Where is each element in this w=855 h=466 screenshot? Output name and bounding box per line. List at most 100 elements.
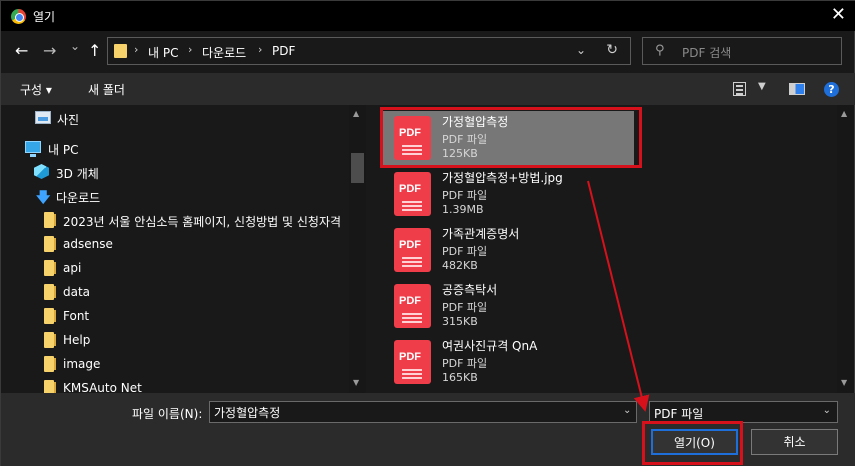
tree-scrollbar[interactable]: ▲ ▼ — [349, 105, 366, 393]
pdf-file-icon: PDF — [394, 284, 431, 328]
command-bar: 구성 ▾ 새 폴더 ▼ ? — [1, 73, 855, 105]
search-icon: ⚲ — [655, 43, 665, 58]
back-arrow-icon[interactable]: ← — [15, 42, 28, 60]
cancel-button[interactable]: 취소 — [751, 429, 838, 455]
tree-item-folder[interactable]: Help — [1, 329, 347, 351]
folder-icon — [44, 380, 56, 393]
scroll-up-icon[interactable]: ▲ — [353, 109, 359, 118]
help-icon[interactable]: ? — [824, 82, 839, 97]
tree-item-folder[interactable]: Font — [1, 305, 347, 327]
breadcrumb-separator-icon: › — [134, 43, 139, 56]
file-item[interactable]: PDF 가정혈압측정+방법.jpg PDF 파일 1.39MB — [382, 167, 634, 223]
open-button[interactable]: 열기(O) — [651, 429, 738, 455]
breadcrumb-separator-icon: › — [188, 43, 193, 56]
refresh-icon[interactable]: ↻ — [606, 42, 618, 58]
tree-item-label: 사진 — [57, 113, 80, 127]
pc-icon — [25, 141, 41, 157]
file-list: PDF 가정혈압측정 PDF 파일 125KB PDF 가정혈압측정+방법.jp… — [370, 105, 837, 393]
tree-item-label: image — [63, 357, 101, 371]
scroll-up-icon[interactable]: ▲ — [841, 109, 847, 118]
tree-item-label: Font — [63, 309, 90, 323]
scroll-down-icon[interactable]: ▼ — [353, 378, 359, 387]
view-dropdown-icon[interactable]: ▼ — [758, 81, 766, 92]
pdf-icon-label: PDF — [399, 295, 421, 307]
pdf-file-icon: PDF — [394, 172, 431, 216]
file-type-select[interactable]: PDF 파일 ⌄ — [649, 401, 838, 423]
breadcrumb-item[interactable]: PDF — [272, 44, 295, 58]
file-size: 125KB — [442, 147, 478, 160]
file-item[interactable]: PDF 가족관계증명서 PDF 파일 482KB — [382, 223, 634, 279]
tree-item-this-pc[interactable]: 내 PC — [1, 137, 347, 159]
forward-arrow-icon[interactable]: → — [43, 42, 56, 60]
tree-item-label: Help — [63, 333, 91, 347]
address-dropdown-icon[interactable]: ⌄ — [576, 43, 586, 57]
recent-locations-chevron-icon[interactable]: ⌄ — [70, 37, 80, 55]
file-item[interactable]: PDF 공증측탁서 PDF 파일 315KB — [382, 279, 634, 335]
up-arrow-icon[interactable]: ↑ — [88, 42, 101, 60]
pdf-icon-label: PDF — [399, 183, 421, 195]
pictures-icon — [35, 111, 51, 124]
file-type: PDF 파일 — [442, 301, 488, 314]
file-name: 가정혈압측정+방법.jpg — [442, 171, 563, 185]
file-type: PDF 파일 — [442, 245, 488, 258]
filename-label: 파일 이름(N): — [132, 407, 203, 421]
tree-item-label: 2023년 서울 안심소득 홈페이지, 신청방법 및 신청자격 — [63, 215, 342, 229]
file-name: 가정혈압측정 — [442, 115, 509, 129]
open-file-dialog: 열기 ✕ ← → ⌄ ↑ › 내 PC › 다운로드 › PDF ⌄ ↻ ⚲ P… — [0, 0, 855, 466]
scroll-down-icon[interactable]: ▼ — [841, 378, 847, 387]
new-folder-button[interactable]: 새 폴더 — [88, 81, 125, 98]
tree-item-folder[interactable]: image — [1, 353, 347, 375]
filename-input[interactable] — [209, 401, 637, 423]
tree-item-downloads[interactable]: 🡇 다운로드 — [1, 185, 347, 207]
chevron-down-icon: ⌄ — [822, 405, 831, 416]
file-name: 공증측탁서 — [442, 283, 498, 297]
view-options-icon[interactable] — [733, 82, 746, 96]
file-type-value: PDF 파일 — [654, 407, 704, 421]
tree-item-pictures[interactable]: 사진 — [1, 107, 347, 129]
tree-item-folder[interactable]: KMSAuto Net — [1, 377, 347, 393]
address-bar[interactable]: › 내 PC › 다운로드 › PDF ⌄ ↻ — [107, 37, 631, 65]
breadcrumb-item[interactable]: 내 PC — [148, 44, 178, 61]
file-size: 165KB — [442, 371, 478, 384]
file-size: 1.39MB — [442, 203, 484, 216]
tree-item-folder[interactable]: 2023년 서울 안심소득 홈페이지, 신청방법 및 신청자격 — [1, 209, 347, 231]
pdf-icon-label: PDF — [399, 127, 421, 139]
organize-menu-button[interactable]: 구성 ▾ — [20, 81, 52, 98]
file-size: 315KB — [442, 315, 478, 328]
file-type: PDF 파일 — [442, 133, 488, 146]
tree-item-folder[interactable]: api — [1, 257, 347, 279]
pdf-file-icon: PDF — [394, 228, 431, 272]
file-item-selected[interactable]: PDF 가정혈압측정 PDF 파일 125KB — [382, 111, 634, 167]
file-type: PDF 파일 — [442, 357, 488, 370]
pdf-icon-label: PDF — [399, 351, 421, 363]
pdf-file-icon: PDF — [394, 340, 431, 384]
navigation-tree: 사진 내 PC 3D 개체 🡇 다운로드 2023년 서울 안심소득 홈페이지,… — [1, 105, 369, 393]
tree-item-label: 내 PC — [48, 143, 79, 157]
tree-item-3d-objects[interactable]: 3D 개체 — [1, 161, 347, 183]
folder-icon — [44, 236, 56, 252]
folder-icon — [114, 44, 127, 58]
scrollbar-thumb[interactable] — [351, 153, 364, 183]
folder-icon — [44, 356, 56, 372]
tree-item-label: KMSAuto Net — [63, 381, 142, 393]
pdf-file-icon: PDF — [394, 116, 431, 160]
tree-item-label: 3D 개체 — [56, 167, 99, 181]
file-item[interactable]: PDF 여권사진규격 QnA PDF 파일 165KB — [382, 335, 634, 391]
tree-item-label: api — [63, 261, 82, 275]
search-input[interactable]: ⚲ PDF 검색 — [642, 37, 842, 65]
breadcrumb-item[interactable]: 다운로드 — [202, 44, 246, 61]
file-list-scrollbar[interactable]: ▲ ▼ — [837, 105, 854, 393]
filename-history-dropdown-icon[interactable]: ⌄ — [623, 405, 631, 416]
tree-item-label: 다운로드 — [56, 191, 101, 205]
pdf-icon-label: PDF — [399, 239, 421, 251]
dialog-title: 열기 — [33, 10, 56, 24]
tree-item-folder[interactable]: data — [1, 281, 347, 303]
file-size: 482KB — [442, 259, 478, 272]
tree-item-folder[interactable]: adsense — [1, 233, 347, 255]
dialog-footer: 파일 이름(N): ⌄ PDF 파일 ⌄ 열기(O) 취소 — [1, 393, 855, 466]
tree-item-label: adsense — [63, 237, 113, 251]
close-icon[interactable]: ✕ — [831, 5, 846, 25]
tree-item-label: data — [63, 285, 91, 299]
search-placeholder: PDF 검색 — [682, 46, 732, 60]
preview-pane-icon[interactable] — [789, 83, 805, 95]
